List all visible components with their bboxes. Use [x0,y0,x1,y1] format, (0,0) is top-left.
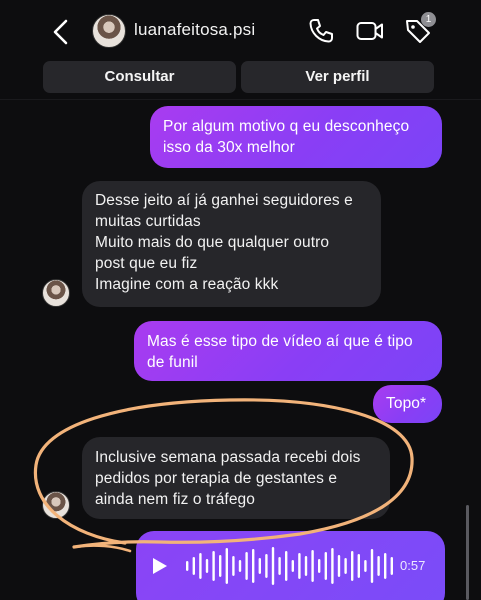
message-line: Topo* [386,395,427,412]
message-line: Desse jeito aí já ganhei seguidores e [95,192,353,209]
waveform-bar [390,557,393,575]
notification-badge: 1 [421,12,436,27]
waveform-bar [232,556,235,576]
sender-avatar[interactable] [42,491,70,519]
message-line: post que eu fiz [95,255,198,272]
waveform-bar [324,552,327,580]
message-line: ainda nem fiz o tráfego [95,491,255,508]
audio-duration: 0:57 [400,558,426,573]
waveform-bar [271,547,275,585]
waveform-bar [205,559,209,573]
chat-header: luanafeitosa.psi 1 [0,0,481,60]
waveform-bar [377,556,380,576]
profile-avatar[interactable] [92,14,126,48]
waveform-bar [298,553,301,579]
waveform-bar [364,560,367,572]
message-received-1[interactable]: Desse jeito aí já ganhei seguidores e mu… [82,181,381,307]
phone-icon[interactable] [306,16,336,46]
message-line: Mas é esse tipo de vídeo aí que é tipo [147,333,413,350]
audio-waveform[interactable] [186,545,426,587]
sender-avatar[interactable] [42,279,70,307]
header-divider [0,99,481,100]
message-line: de funil [147,354,198,371]
message-line: Por algum motivo q eu desconheço [163,118,410,135]
message-line: Inclusive semana passada recebi dois [95,449,361,466]
back-chevron-icon[interactable] [50,18,72,46]
play-icon[interactable] [152,557,168,575]
waveform-bar [304,556,308,576]
waveform-bar [311,550,314,582]
waveform-bar [219,555,222,577]
waveform-bar [291,560,294,572]
message-line: muitas curtidas [95,213,201,230]
waveform-bar [192,557,195,575]
waveform-bar [278,557,281,575]
waveform-bar [351,551,354,581]
message-sent-3[interactable]: Topo* [373,385,442,423]
message-received-2[interactable]: Inclusive semana passada recebi dois ped… [82,437,390,519]
waveform-bar [212,551,215,581]
waveform-bar [252,549,255,583]
waveform-bar [344,558,347,574]
waveform-bar [331,548,334,584]
message-line: isso da 30x melhor [163,139,295,156]
waveform-bar [186,561,189,571]
message-sent-2[interactable]: Mas é esse tipo de vídeo aí que é tipo d… [134,321,442,381]
message-line: Imagine com a reação kkk [95,276,279,293]
waveform-bar [384,553,387,579]
waveform-bar [370,549,374,583]
chat-username[interactable]: luanafeitosa.psi [134,20,255,40]
waveform-bar [357,554,360,578]
consultar-button[interactable]: Consultar [43,61,236,93]
message-line: Muito mais do que qualquer outro [95,234,330,251]
waveform-bar [225,548,228,584]
waveform-bar [238,560,242,572]
scrollbar[interactable] [466,505,469,600]
waveform-bar [337,555,341,577]
waveform-bar [285,551,288,581]
waveform-bar [245,552,248,580]
message-line: pedidos por terapia de gestantes e [95,470,338,487]
ver-perfil-button[interactable]: Ver perfil [241,61,434,93]
waveform-bar [199,553,202,579]
waveform-bar [258,558,261,574]
waveform-bar [265,554,268,578]
audio-message[interactable]: 0:57 [136,531,445,600]
waveform-bar [318,559,321,573]
video-camera-icon[interactable] [355,16,385,46]
message-sent-1[interactable]: Por algum motivo q eu desconheço isso da… [150,106,442,168]
